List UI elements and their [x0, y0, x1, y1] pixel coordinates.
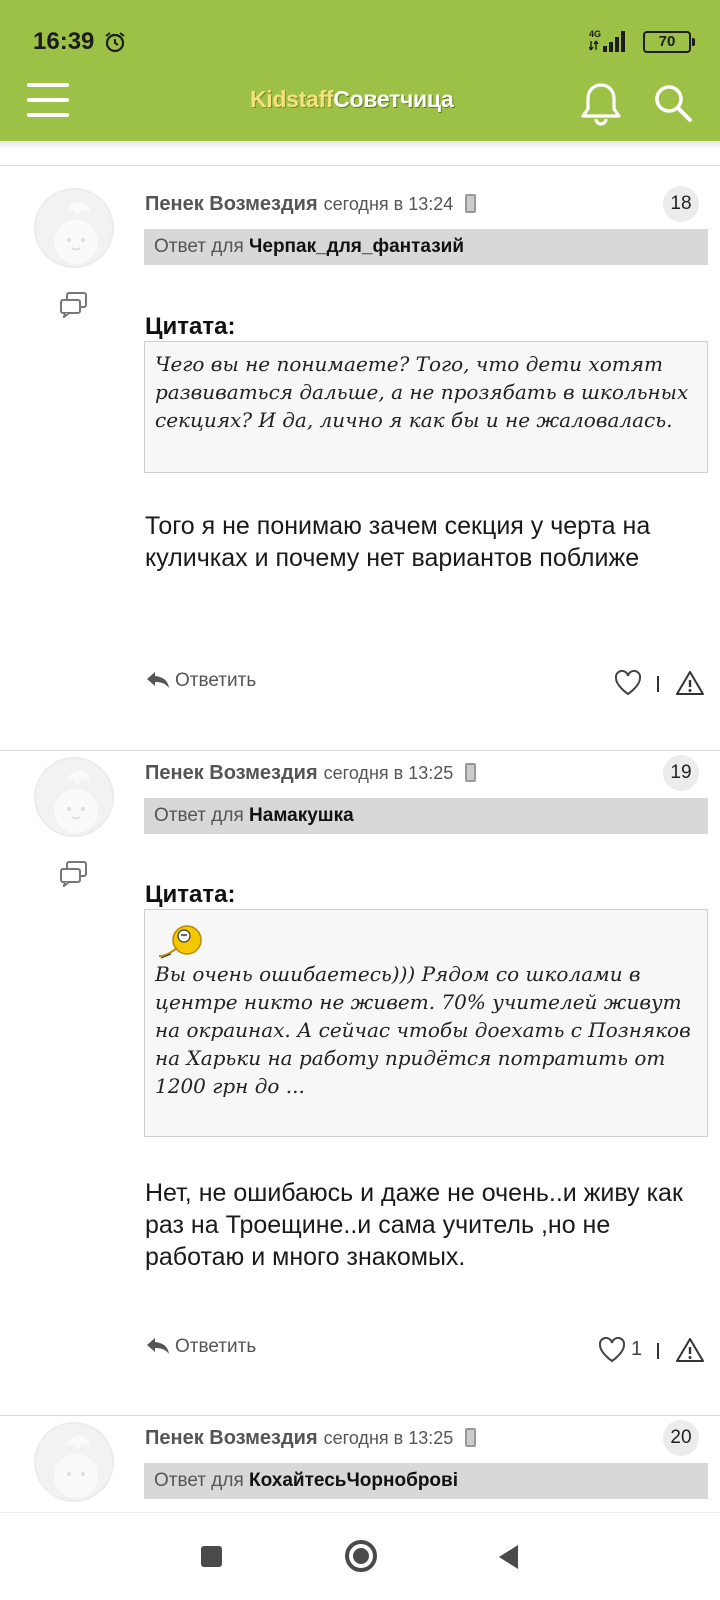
- brand-sovetchitsa: Советчица: [333, 86, 454, 112]
- signal-icon: 4G: [589, 29, 625, 52]
- post-time: сегодня в 13:25: [323, 763, 454, 783]
- home-button[interactable]: [345, 1540, 377, 1572]
- action-separator: [657, 1343, 659, 1359]
- reply-to-bar: Ответ для Намакушка: [144, 798, 708, 834]
- back-button[interactable]: [497, 1544, 519, 1570]
- avatar-placeholder-icon: [54, 770, 98, 833]
- network-type-label: 4G: [589, 29, 601, 39]
- reply-to-prefix: Ответ для: [154, 1470, 244, 1491]
- forum-post: Пенек Возмездия сегодня в 13:24 18 Ответ …: [0, 165, 720, 750]
- reply-to-bar: Ответ для КохайтесьЧорноброві: [144, 1463, 708, 1499]
- avatar-placeholder-icon: [54, 1435, 98, 1498]
- mobile-phone-icon: [465, 1428, 477, 1447]
- quote-box: Вы очень ошибаетесь))) Рядом со школами …: [144, 909, 708, 1137]
- menu-button[interactable]: [27, 83, 69, 117]
- reply-to-prefix: Ответ для: [154, 805, 244, 826]
- post-author[interactable]: Пенек Возмездия сегодня в 13:25: [145, 762, 477, 785]
- heart-icon[interactable]: [597, 1336, 627, 1364]
- hamburger-line: [27, 83, 69, 87]
- hamburger-line: [27, 113, 69, 117]
- reply-button[interactable]: Ответить: [145, 670, 256, 692]
- brand-kidstaff: Kidstaff: [250, 86, 334, 112]
- mobile-phone-icon: [465, 194, 477, 213]
- quote-reply-icon[interactable]: [60, 292, 88, 318]
- reply-to-user[interactable]: Черпак_для_фантазий: [249, 236, 464, 257]
- warning-icon[interactable]: [675, 1336, 705, 1364]
- post-body: Нет, не ошибаюсь и даже не очень..и живу…: [145, 1179, 683, 1271]
- search-icon[interactable]: [652, 82, 694, 124]
- reply-to-bar: Ответ для Черпак_для_фантазий: [144, 229, 708, 265]
- post-time: сегодня в 13:25: [323, 1428, 454, 1448]
- action-separator: [657, 676, 659, 692]
- post-number[interactable]: 18: [663, 186, 699, 222]
- like-count: 1: [631, 1338, 643, 1360]
- quote-label: Цитата:: [145, 313, 236, 340]
- app-screen: 16:39 4G 70 KidstaffСоветчица Пенек Возм…: [0, 0, 720, 1600]
- avatar[interactable]: [34, 188, 114, 268]
- post-actions: 1: [598, 1336, 708, 1366]
- quote-text: Вы очень ошибаетесь))) Рядом со школами …: [155, 962, 691, 1098]
- hamburger-line: [27, 98, 69, 102]
- post-author[interactable]: Пенек Возмездия сегодня в 13:24: [145, 193, 477, 216]
- post-number[interactable]: 20: [663, 1420, 699, 1456]
- reply-button[interactable]: Ответить: [145, 1336, 256, 1358]
- reply-button-label: Ответить: [175, 670, 257, 691]
- author-name: Пенек Возмездия: [145, 762, 318, 784]
- header-shadow: [0, 141, 720, 149]
- post-time: сегодня в 13:24: [323, 194, 454, 214]
- post-author[interactable]: Пенек Возмездия сегодня в 13:25: [145, 1427, 477, 1450]
- author-name: Пенек Возмездия: [145, 193, 318, 215]
- forum-post: Пенек Возмездия сегодня в 13:25 20 Ответ …: [0, 1415, 720, 1512]
- author-name: Пенек Возмездия: [145, 1427, 318, 1449]
- post-body: Того я не понимаю зачем секция у черта н…: [145, 512, 651, 572]
- warning-icon[interactable]: [675, 669, 705, 697]
- status-bar: 16:39 4G 70: [0, 0, 720, 70]
- quote-box: Чего вы не понимаете? Того, что дети хот…: [144, 341, 708, 473]
- post-number[interactable]: 19: [663, 755, 699, 791]
- post-actions: [613, 669, 708, 699]
- brand-logo[interactable]: KidstaffСоветчица: [250, 86, 454, 113]
- app-header: 16:39 4G 70 KidstaffСоветчица: [0, 0, 720, 141]
- reply-to-user[interactable]: Намакушка: [249, 805, 354, 826]
- recent-apps-button[interactable]: [201, 1546, 222, 1567]
- reply-to-prefix: Ответ для: [154, 236, 244, 257]
- smiley-emoticon-icon: [158, 925, 202, 959]
- reply-arrow-icon: [147, 672, 169, 688]
- system-navigation-bar: [0, 1512, 720, 1600]
- alarm-icon: [105, 32, 125, 53]
- quote-label: Цитата:: [145, 881, 236, 908]
- avatar[interactable]: [34, 757, 114, 837]
- mobile-phone-icon: [465, 763, 477, 782]
- bell-icon[interactable]: [580, 80, 622, 126]
- avatar[interactable]: [34, 1422, 114, 1502]
- reply-to-user[interactable]: КохайтесьЧорноброві: [249, 1470, 458, 1491]
- quote-reply-icon[interactable]: [60, 861, 88, 887]
- heart-icon[interactable]: [613, 669, 643, 697]
- reply-button-label: Ответить: [175, 1336, 257, 1357]
- reply-arrow-icon: [147, 1338, 169, 1354]
- battery-indicator: 70: [643, 31, 695, 53]
- status-time: 16:39: [33, 28, 95, 55]
- forum-post: Пенек Возмездия сегодня в 13:25 19 Ответ …: [0, 750, 720, 1415]
- quote-text: Чего вы не понимаете? Того, что дети хот…: [155, 352, 689, 432]
- avatar-placeholder-icon: [54, 201, 98, 264]
